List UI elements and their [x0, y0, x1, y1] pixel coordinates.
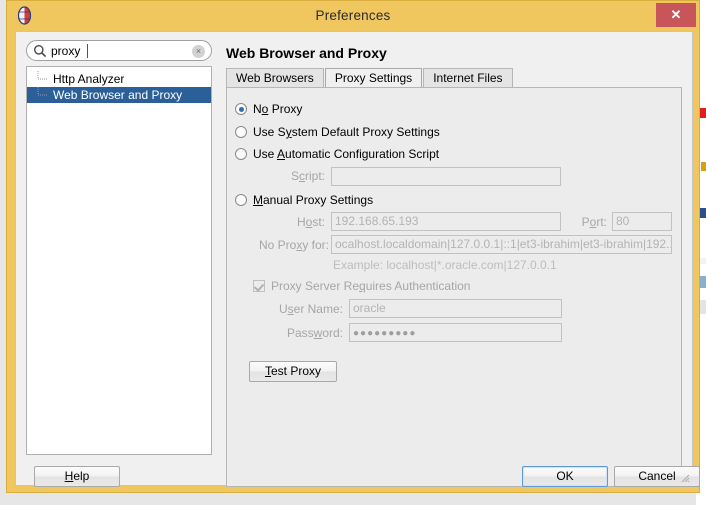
port-input[interactable]: 80	[612, 212, 672, 231]
window-title: Preferences	[315, 8, 391, 23]
settings-tree[interactable]: Http Analyzer Web Browser and Proxy	[26, 66, 212, 455]
no-proxy-for-input[interactable]: ocalhost.localdomain|127.0.0.1|::1|et3-i…	[331, 235, 672, 254]
port-label-post: rt:	[596, 215, 607, 229]
host-label-post: st:	[312, 215, 325, 229]
test-proxy-label-post: est Proxy	[270, 364, 321, 378]
tab-proxy-settings[interactable]: Proxy Settings	[324, 68, 423, 87]
left-pane: × Http Analyzer	[26, 40, 212, 455]
user-name-label: User Name:	[257, 300, 343, 318]
host-label: Host:	[245, 213, 325, 231]
close-icon[interactable]: ✕	[656, 3, 696, 27]
proxy-settings-panel: No Proxy Use System Default Proxy Settin…	[226, 87, 682, 487]
tab-internet-files[interactable]: Internet Files	[423, 68, 513, 87]
radio-label-post: Proxy	[268, 102, 303, 116]
script-label: Script:	[249, 167, 325, 185]
no-proxy-label-pre: No Pro	[258, 238, 297, 252]
no-proxy-example-text: Example: localhost|*.oracle.com|127.0.0.…	[333, 258, 557, 272]
resize-grip[interactable]	[678, 471, 690, 483]
radio-label-post: stem Default Proxy Settings	[291, 125, 440, 139]
tab-strip: Web Browsers Proxy Settings Internet Fil…	[226, 68, 514, 88]
port-label-pre: P	[581, 215, 590, 229]
radio-label-pre: Use S	[253, 125, 286, 139]
script-label-pre: S	[290, 169, 299, 183]
password-label-post: ord:	[322, 326, 343, 340]
tree-elbow-icon	[35, 71, 49, 87]
radio-label-post: anual Proxy Settings	[263, 193, 374, 207]
radio-label-pre: Use	[253, 147, 278, 161]
preferences-dialog: Preferences ✕ ×	[6, 0, 700, 493]
title-bar[interactable]: Preferences ✕	[7, 1, 699, 31]
right-pane: Web Browser and Proxy Web Browsers Proxy…	[222, 40, 682, 487]
checkbox-proxy-requires-authentication[interactable]: Proxy Server Requires Authentication	[253, 278, 470, 294]
backdrop-fragment-red	[699, 108, 706, 118]
radio-indicator-icon	[235, 194, 247, 206]
tree-item-http-analyzer[interactable]: Http Analyzer	[27, 71, 211, 87]
password-label-mnemonic: w	[313, 326, 323, 340]
user-label-post: er Name:	[293, 302, 343, 316]
radio-label-pre: N	[253, 102, 262, 116]
checkbox-indicator-icon	[253, 280, 265, 292]
radio-indicator-icon	[235, 126, 247, 138]
no-proxy-for-label: No Proxy for:	[241, 236, 329, 254]
password-label: Password:	[257, 324, 343, 342]
backdrop-fragment-blue	[700, 208, 706, 218]
clear-search-icon[interactable]: ×	[192, 45, 205, 58]
user-label-pre: U	[278, 302, 288, 316]
search-input[interactable]	[51, 43, 181, 59]
auth-label-mnemonic: q	[359, 279, 366, 293]
help-label-post: elp	[73, 469, 90, 483]
search-box[interactable]: ×	[26, 40, 212, 61]
script-label-post: ript:	[304, 169, 325, 183]
dialog-client-area: × Http Analyzer	[15, 31, 700, 487]
search-caret	[87, 44, 88, 58]
radio-indicator-icon	[235, 103, 247, 115]
radio-manual-proxy-settings[interactable]: Manual Proxy Settings	[235, 191, 373, 209]
ok-button[interactable]: OK	[522, 466, 608, 487]
radio-use-automatic-configuration-script[interactable]: Use Automatic Configuration Script	[235, 145, 439, 163]
host-label-pre: H	[296, 215, 306, 229]
radio-label-mnemonic: M	[253, 193, 263, 207]
user-name-input[interactable]: oracle	[349, 299, 562, 318]
radio-label-post: utomatic Configuration Script	[285, 147, 440, 161]
password-input[interactable]: ●●●●●●●●●	[349, 323, 562, 342]
test-proxy-button[interactable]: Test Proxy	[249, 361, 337, 382]
tree-item-web-browser-and-proxy[interactable]: Web Browser and Proxy	[27, 87, 211, 103]
no-proxy-label-post: y for:	[302, 238, 329, 252]
host-input[interactable]: 192.168.65.193	[331, 212, 561, 231]
auth-label-pre: Proxy Server Re	[271, 279, 360, 293]
backdrop-fragment-amber	[701, 162, 706, 171]
tree-elbow-icon	[35, 87, 49, 103]
help-button[interactable]: Help	[34, 466, 120, 487]
tree-item-label: Web Browser and Proxy	[53, 88, 183, 102]
tree-item-label: Http Analyzer	[53, 72, 125, 86]
tab-web-browsers[interactable]: Web Browsers	[226, 68, 324, 87]
page-title: Web Browser and Proxy	[226, 45, 387, 61]
radio-use-system-default-proxy[interactable]: Use System Default Proxy Settings	[235, 123, 440, 141]
search-icon	[33, 44, 47, 58]
radio-no-proxy[interactable]: No Proxy	[235, 100, 302, 118]
password-masked-value: ●●●●●●●●●	[353, 328, 417, 339]
script-input[interactable]	[331, 167, 561, 186]
auth-label-post: uires Authentication	[365, 279, 471, 293]
password-label-pre: Pass	[286, 326, 314, 340]
radio-indicator-icon	[235, 148, 247, 160]
port-label: Port:	[563, 213, 607, 231]
radio-label-mnemonic: A	[277, 147, 286, 161]
